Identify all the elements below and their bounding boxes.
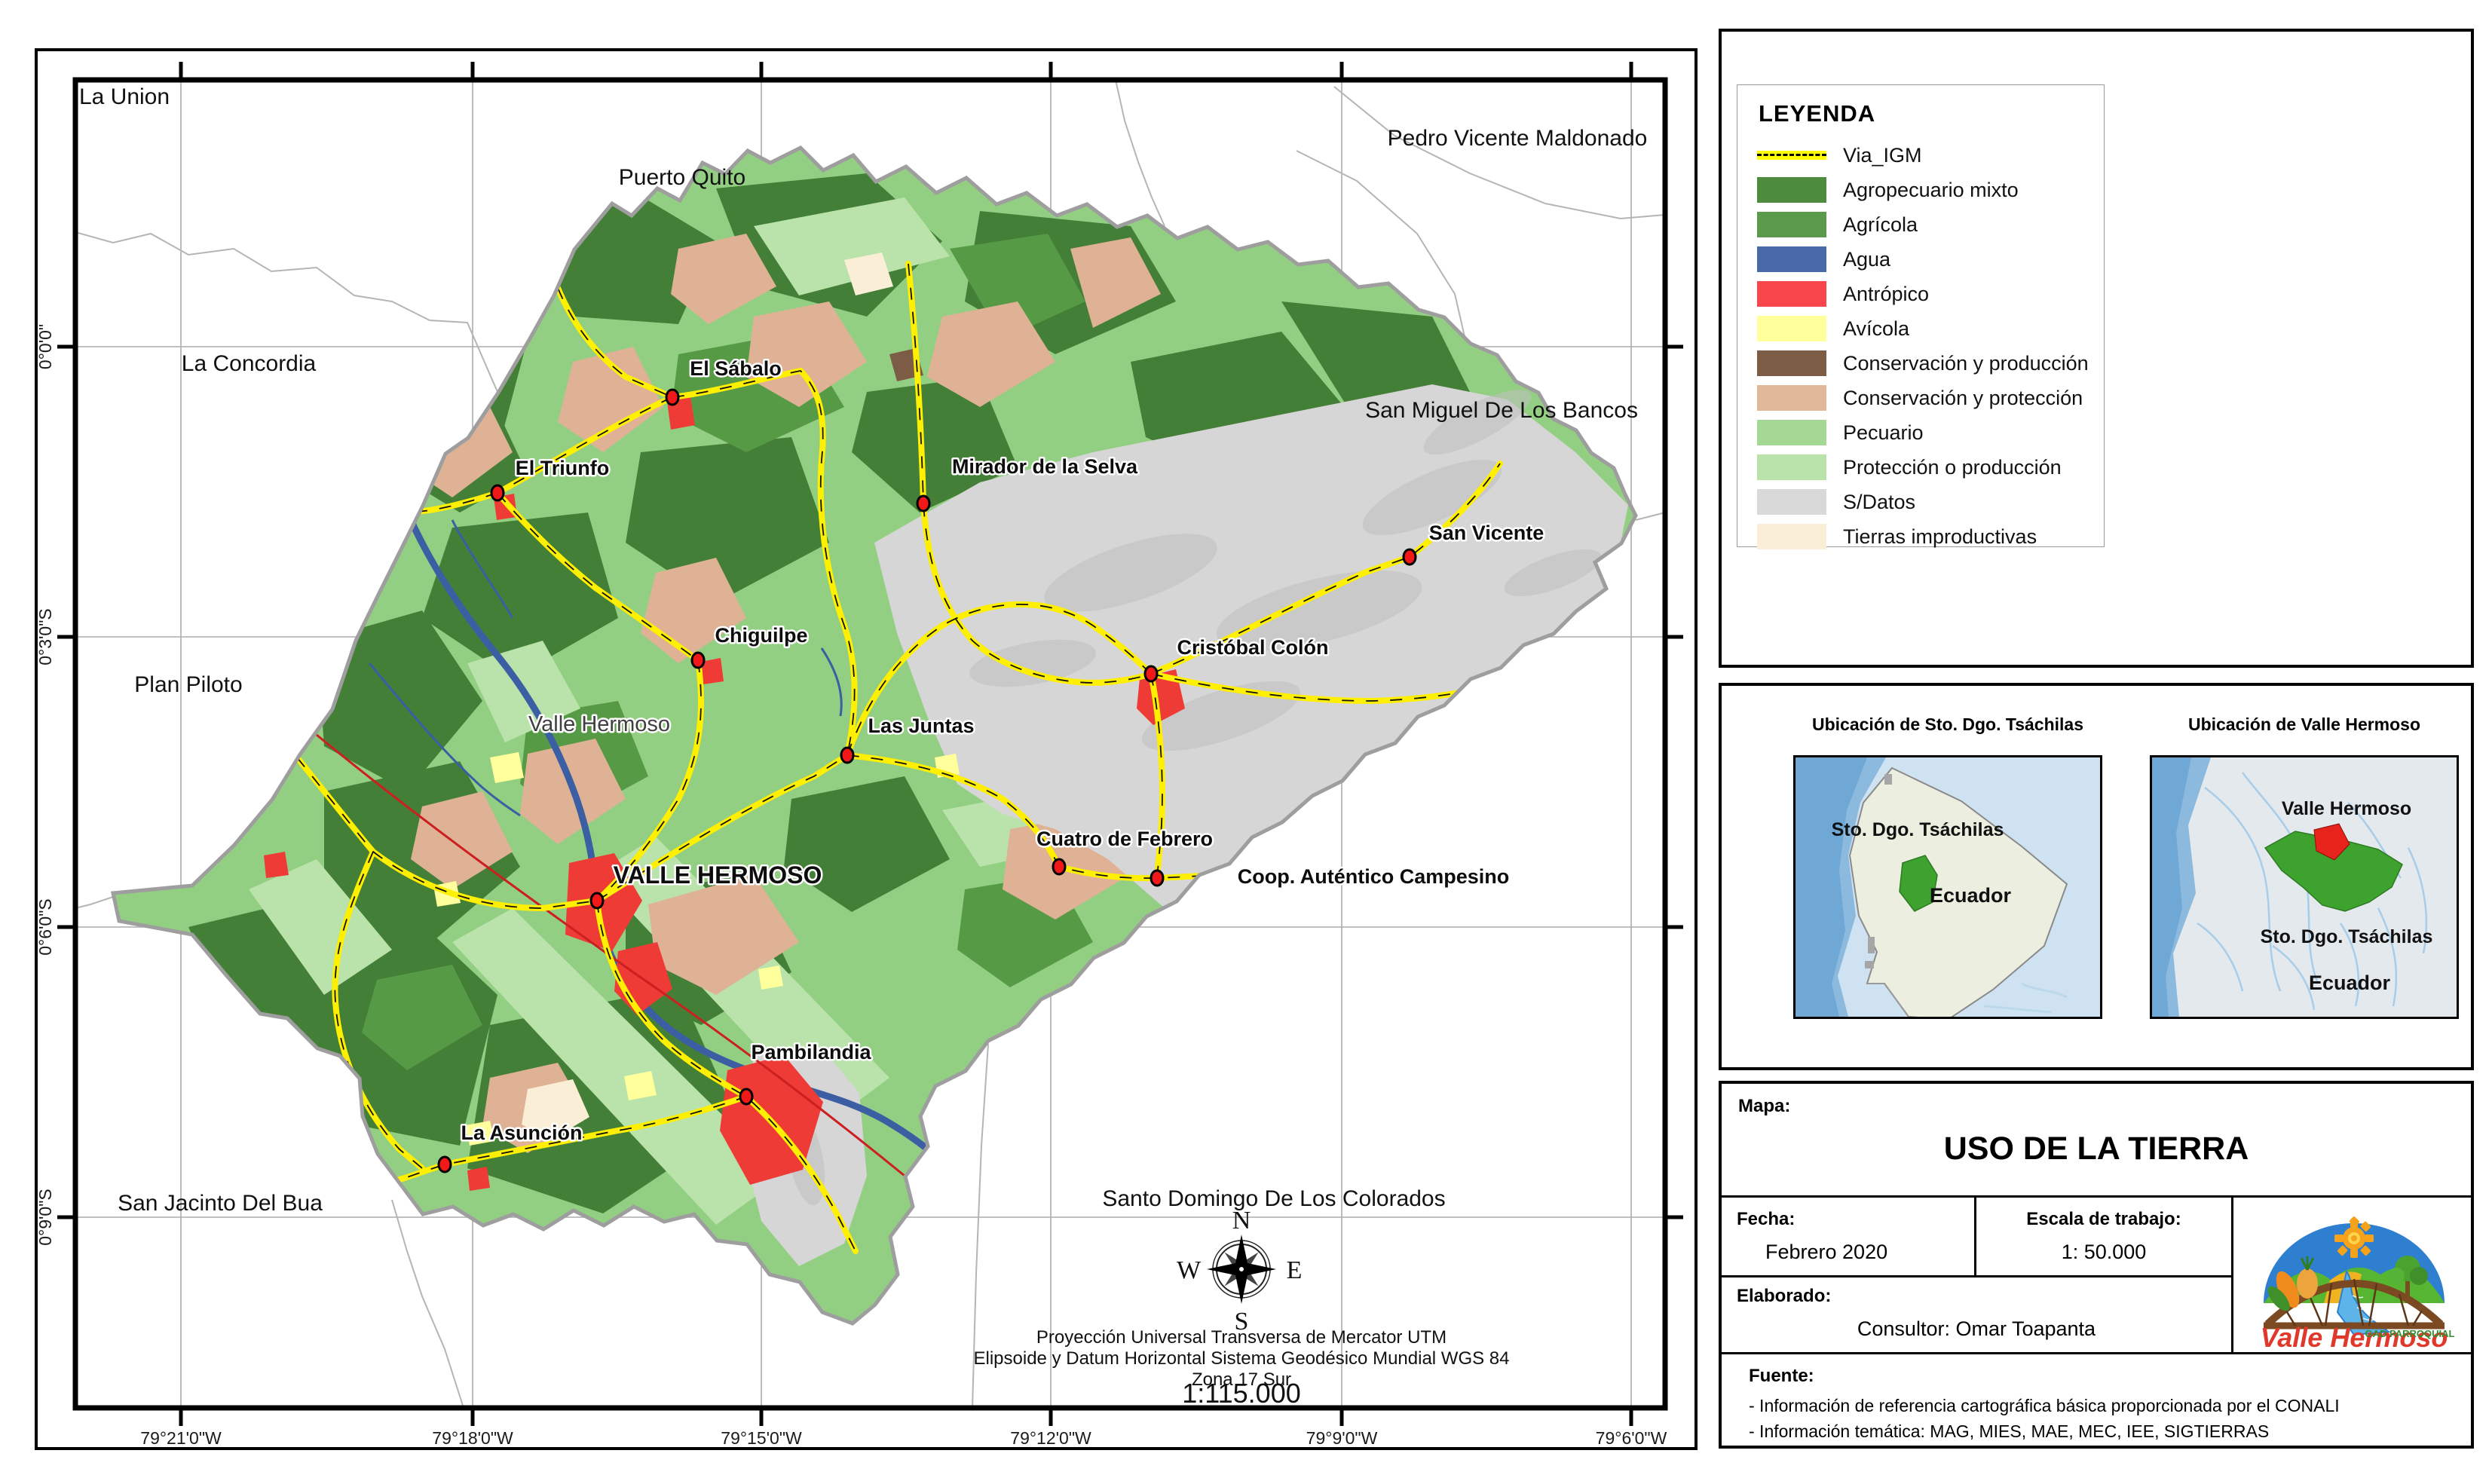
fuente-line-1: - Información de referencia cartográfica… bbox=[1749, 1396, 2340, 1416]
gad-logo: Valle Hermoso GAD PARROQUIAL bbox=[2231, 1197, 2477, 1352]
town-label-el-triunfo: El Triunfo bbox=[516, 457, 610, 479]
place-label-la-union: La Union bbox=[79, 84, 170, 109]
legend-item: Conservación y protección bbox=[1757, 381, 2104, 415]
inset1-label-province: Sto. Dgo. Tsáchilas bbox=[1832, 819, 2004, 840]
fecha-label: Fecha: bbox=[1737, 1209, 1795, 1230]
legend-item: Avícola bbox=[1757, 311, 2104, 346]
legend-item: Agua bbox=[1757, 242, 2104, 277]
place-label-la-concordia: La Concordia bbox=[182, 351, 317, 376]
lon-label-0: 79°21'0"W bbox=[140, 1428, 222, 1448]
lat-label-0: 0°0'0" bbox=[35, 324, 55, 369]
inset-title-parish: Ubicación de Valle Hermoso bbox=[2127, 714, 2481, 735]
escala-label: Escala de trabajo: bbox=[1976, 1209, 2231, 1230]
legend-item: Antrópico bbox=[1757, 277, 2104, 311]
legend-item: Pecuario bbox=[1757, 415, 2104, 450]
legend-item-via: Via_IGM bbox=[1757, 138, 2104, 173]
lon-label-1: 79°18'0"W bbox=[432, 1428, 513, 1448]
legend-title: LEYENDA bbox=[1759, 100, 2104, 127]
color-swatch bbox=[1757, 212, 1826, 237]
color-swatch bbox=[1757, 350, 1826, 376]
logo-sun-gear bbox=[2334, 1216, 2374, 1258]
fuente-line-2: - Información temática: MAG, MIES, MAE, … bbox=[1749, 1421, 2269, 1442]
place-label-valle-hermoso-area: Valle Hermoso bbox=[528, 712, 670, 736]
legend-item: Protección o producción bbox=[1757, 450, 2104, 485]
inset-map-ecuador: Sto. Dgo. Tsáchilas Ecuador bbox=[1793, 755, 2102, 1019]
fecha-value: Febrero 2020 bbox=[1765, 1241, 1887, 1264]
lat-label-2: 0°6'0"S bbox=[35, 898, 55, 955]
inset-map-province: Valle Hermoso Sto. Dgo. Tsáchilas Ecuado… bbox=[2150, 755, 2459, 1019]
place-label-pedro-vicente: Pedro Vicente Maldonado bbox=[1388, 126, 1648, 151]
color-swatch bbox=[1757, 316, 1826, 341]
svg-text:W: W bbox=[1177, 1256, 1202, 1284]
inset2-label-province: Sto. Dgo. Tsáchilas bbox=[2261, 926, 2433, 947]
town-label-las-juntas: Las Juntas bbox=[868, 714, 974, 737]
town-label-coop-autentico: Coop. Auténtico Campesino bbox=[1238, 865, 1510, 888]
map-sheet: El Sábalo El Triunfo Mirador de la Selva… bbox=[0, 0, 2492, 1484]
lat-label-3: 0°9'0"S bbox=[35, 1189, 55, 1245]
color-swatch bbox=[1757, 524, 1826, 549]
legend-item: S/Datos bbox=[1757, 485, 2104, 519]
svg-text:E: E bbox=[1287, 1256, 1303, 1284]
place-label-san-miguel: San Miguel De Los Bancos bbox=[1365, 398, 1638, 423]
color-swatch bbox=[1757, 489, 1826, 515]
place-label-puerto-quito: Puerto Quito bbox=[619, 165, 745, 190]
legend-panel: LEYENDA Via_IGM Agropecuario mixto Agríc… bbox=[1719, 29, 2474, 668]
town-label-san-vicente: San Vicente bbox=[1429, 522, 1544, 544]
town-label-la-asuncion: La Asunción bbox=[461, 1121, 582, 1144]
town-label-chiguilpe: Chiguilpe bbox=[715, 624, 808, 647]
lon-label-2: 79°15'0"W bbox=[721, 1428, 802, 1448]
insets-panel: Ubicación de Sto. Dgo. Tsáchilas Ubicaci… bbox=[1719, 683, 2474, 1070]
place-label-santo-domingo: Santo Domingo De Los Colorados bbox=[1102, 1186, 1445, 1211]
color-swatch bbox=[1757, 454, 1826, 480]
color-swatch bbox=[1757, 420, 1826, 445]
lon-label-4: 79°9'0"W bbox=[1306, 1428, 1378, 1448]
town-label-mirador: Mirador de la Selva bbox=[952, 455, 1138, 478]
inset2-label-country: Ecuador bbox=[2309, 971, 2391, 994]
via-line-swatch bbox=[1757, 151, 1826, 160]
projection-line-1: Proyección Universal Transversa de Merca… bbox=[1036, 1327, 1447, 1348]
inset2-label-parish: Valle Hermoso bbox=[2282, 798, 2411, 819]
logo-sub: GAD PARROQUIAL bbox=[2365, 1328, 2455, 1339]
svg-text:N: N bbox=[1232, 1207, 1251, 1235]
place-label-san-jacinto: San Jacinto Del Bua bbox=[118, 1191, 323, 1216]
place-label-plan-piloto: Plan Piloto bbox=[134, 672, 242, 697]
town-label-valle-hermoso: VALLE HERMOSO bbox=[614, 861, 822, 889]
legend-box: LEYENDA Via_IGM Agropecuario mixto Agríc… bbox=[1737, 84, 2105, 547]
mapa-label: Mapa: bbox=[1738, 1096, 1790, 1117]
fuente-label: Fuente: bbox=[1749, 1366, 1814, 1387]
elaborado-label: Elaborado: bbox=[1737, 1286, 1831, 1307]
town-label-cuatro-de-febrero: Cuatro de Febrero bbox=[1036, 828, 1213, 850]
color-swatch bbox=[1757, 177, 1826, 203]
town-label-pambilandia: Pambilandia bbox=[751, 1041, 871, 1063]
projection-line-2: Elipsoide y Datum Horizontal Sistema Geo… bbox=[974, 1348, 1510, 1369]
inset1-label-country: Ecuador bbox=[1930, 884, 2012, 907]
color-swatch bbox=[1757, 281, 1826, 307]
legend-item: Agropecuario mixto bbox=[1757, 173, 2104, 207]
town-label-cristobal-colon: Cristóbal Colón bbox=[1177, 636, 1329, 659]
legend-item: Tierras improductivas bbox=[1757, 519, 2104, 554]
titleblock-panel: Mapa: USO DE LA TIERRA Fecha: Febrero 20… bbox=[1719, 1081, 2474, 1449]
legend-item: Agrícola bbox=[1757, 207, 2104, 242]
color-swatch bbox=[1757, 246, 1826, 272]
map-title: USO DE LA TIERRA bbox=[1722, 1131, 2471, 1167]
map-scale-text: 1:115.000 bbox=[1182, 1378, 1300, 1409]
color-swatch bbox=[1757, 385, 1826, 411]
inset-title-province: Ubicación de Sto. Dgo. Tsáchilas bbox=[1771, 714, 2125, 735]
elaborado-value: Consultor: Omar Toapanta bbox=[1722, 1317, 2231, 1341]
lon-label-5: 79°6'0"W bbox=[1596, 1428, 1667, 1448]
legend-item: Conservación y producción bbox=[1757, 346, 2104, 381]
escala-value: 1: 50.000 bbox=[1976, 1241, 2231, 1264]
lat-label-1: 0°3'0"S bbox=[35, 608, 55, 665]
town-label-el-sabalo: El Sábalo bbox=[690, 357, 782, 380]
lon-label-3: 79°12'0"W bbox=[1010, 1428, 1091, 1448]
